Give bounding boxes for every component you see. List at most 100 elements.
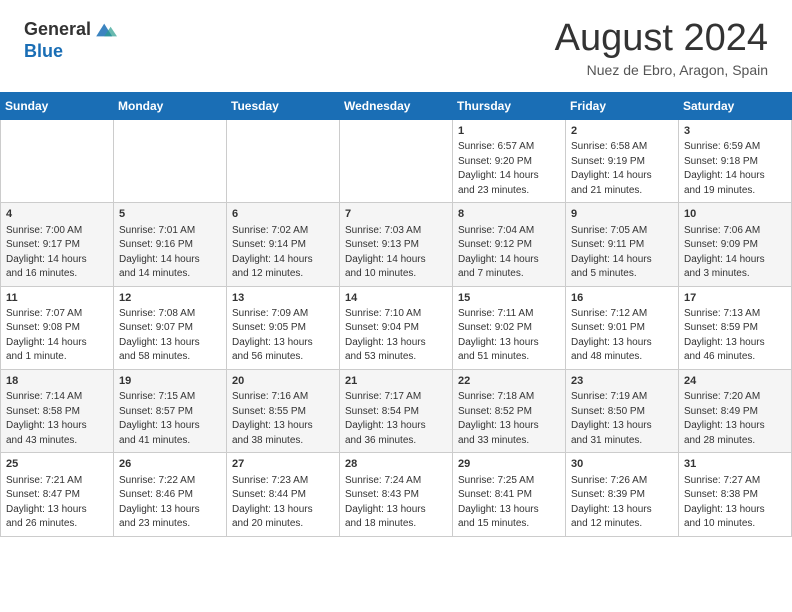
day-info: Sunrise: 7:24 AM Sunset: 8:43 PM Dayligh… <box>345 474 447 532</box>
day-info: Sunrise: 7:03 AM Sunset: 9:13 PM Dayligh… <box>345 224 447 282</box>
calendar-table: SundayMondayTuesdayWednesdayThursdayFrid… <box>0 92 792 537</box>
day-number: 23 <box>571 374 673 389</box>
day-info: Sunrise: 7:14 AM Sunset: 8:58 PM Dayligh… <box>6 390 108 448</box>
day-number: 12 <box>119 291 221 306</box>
calendar-week-row: 4 Sunrise: 7:00 AM Sunset: 9:17 PM Daylig… <box>1 203 792 286</box>
day-number: 20 <box>232 374 334 389</box>
day-info: Sunrise: 7:05 AM Sunset: 9:11 PM Dayligh… <box>571 224 673 282</box>
day-info: Sunrise: 7:18 AM Sunset: 8:52 PM Dayligh… <box>458 390 560 448</box>
day-number: 7 <box>345 207 447 222</box>
calendar-cell: 2Sunrise: 6:58 AM Sunset: 9:19 PM Daylig… <box>566 119 679 202</box>
day-number: 2 <box>571 124 673 139</box>
day-info: Sunrise: 6:57 AM Sunset: 9:20 PM Dayligh… <box>458 140 560 198</box>
day-number: 26 <box>119 457 221 472</box>
day-info: Sunrise: 7:07 AM Sunset: 9:08 PM Dayligh… <box>6 307 108 365</box>
calendar-cell: 19Sunrise: 7:15 AM Sunset: 8:57 PM Dayli… <box>114 369 227 452</box>
calendar-cell: 28 Sunrise: 7:24 AM Sunset: 8:43 PM Dayli… <box>340 453 453 536</box>
calendar-cell: 3Sunrise: 6:59 AM Sunset: 9:18 PM Daylig… <box>679 119 792 202</box>
day-info: Sunrise: 7:01 AM Sunset: 9:16 PM Dayligh… <box>119 224 221 282</box>
weekday-header: Thursday <box>453 92 566 119</box>
calendar-cell: 7 Sunrise: 7:03 AM Sunset: 9:13 PM Daylig… <box>340 203 453 286</box>
calendar-cell <box>1 119 114 202</box>
calendar-week-row: 18Sunrise: 7:14 AM Sunset: 8:58 PM Dayli… <box>1 369 792 452</box>
weekday-header: Tuesday <box>227 92 340 119</box>
day-info: Sunrise: 7:19 AM Sunset: 8:50 PM Dayligh… <box>571 390 673 448</box>
calendar-cell: 25 Sunrise: 7:21 AM Sunset: 8:47 PM Dayli… <box>1 453 114 536</box>
calendar-cell <box>227 119 340 202</box>
logo: General Blue <box>24 18 117 62</box>
day-number: 14 <box>345 291 447 306</box>
day-number: 24 <box>684 374 786 389</box>
day-info: Sunrise: 7:15 AM Sunset: 8:57 PM Dayligh… <box>119 390 221 448</box>
calendar-week-row: 25 Sunrise: 7:21 AM Sunset: 8:47 PM Dayli… <box>1 453 792 536</box>
calendar-cell: 31Sunrise: 7:27 AM Sunset: 8:38 PM Dayli… <box>679 453 792 536</box>
day-info: Sunrise: 7:25 AM Sunset: 8:41 PM Dayligh… <box>458 474 560 532</box>
day-number: 11 <box>6 291 108 306</box>
weekday-header: Sunday <box>1 92 114 119</box>
day-number: 16 <box>571 291 673 306</box>
calendar-cell: 22Sunrise: 7:18 AM Sunset: 8:52 PM Dayli… <box>453 369 566 452</box>
day-number: 3 <box>684 124 786 139</box>
weekday-header: Saturday <box>679 92 792 119</box>
location-subtitle: Nuez de Ebro, Aragon, Spain <box>555 62 768 78</box>
calendar-cell: 9Sunrise: 7:05 AM Sunset: 9:11 PM Daylig… <box>566 203 679 286</box>
calendar-cell: 15Sunrise: 7:11 AM Sunset: 9:02 PM Dayli… <box>453 286 566 369</box>
calendar-cell: 21Sunrise: 7:17 AM Sunset: 8:54 PM Dayli… <box>340 369 453 452</box>
day-number: 15 <box>458 291 560 306</box>
day-info: Sunrise: 7:17 AM Sunset: 8:54 PM Dayligh… <box>345 390 447 448</box>
day-info: Sunrise: 7:00 AM Sunset: 9:17 PM Dayligh… <box>6 224 108 282</box>
calendar-cell: 11Sunrise: 7:07 AM Sunset: 9:08 PM Dayli… <box>1 286 114 369</box>
day-number: 27 <box>232 457 334 472</box>
day-info: Sunrise: 7:02 AM Sunset: 9:14 PM Dayligh… <box>232 224 334 282</box>
day-number: 4 <box>6 207 108 222</box>
day-info: Sunrise: 7:26 AM Sunset: 8:39 PM Dayligh… <box>571 474 673 532</box>
day-number: 28 <box>345 457 447 472</box>
weekday-header: Friday <box>566 92 679 119</box>
day-number: 1 <box>458 124 560 139</box>
calendar-cell: 20Sunrise: 7:16 AM Sunset: 8:55 PM Dayli… <box>227 369 340 452</box>
calendar-cell: 16Sunrise: 7:12 AM Sunset: 9:01 PM Dayli… <box>566 286 679 369</box>
day-number: 6 <box>232 207 334 222</box>
day-number: 17 <box>684 291 786 306</box>
logo-icon <box>93 18 117 42</box>
calendar-cell: 17Sunrise: 7:13 AM Sunset: 8:59 PM Dayli… <box>679 286 792 369</box>
day-number: 30 <box>571 457 673 472</box>
day-number: 25 <box>6 457 108 472</box>
day-info: Sunrise: 7:22 AM Sunset: 8:46 PM Dayligh… <box>119 474 221 532</box>
calendar-header-row: SundayMondayTuesdayWednesdayThursdayFrid… <box>1 92 792 119</box>
weekday-header: Wednesday <box>340 92 453 119</box>
day-number: 5 <box>119 207 221 222</box>
day-info: Sunrise: 7:08 AM Sunset: 9:07 PM Dayligh… <box>119 307 221 365</box>
day-number: 8 <box>458 207 560 222</box>
day-number: 13 <box>232 291 334 306</box>
calendar-cell: 30 Sunrise: 7:26 AM Sunset: 8:39 PM Dayli… <box>566 453 679 536</box>
calendar-cell: 1Sunrise: 6:57 AM Sunset: 9:20 PM Daylig… <box>453 119 566 202</box>
day-info: Sunrise: 7:12 AM Sunset: 9:01 PM Dayligh… <box>571 307 673 365</box>
day-info: Sunrise: 7:16 AM Sunset: 8:55 PM Dayligh… <box>232 390 334 448</box>
calendar-cell <box>340 119 453 202</box>
calendar-cell: 23Sunrise: 7:19 AM Sunset: 8:50 PM Dayli… <box>566 369 679 452</box>
day-info: Sunrise: 6:59 AM Sunset: 9:18 PM Dayligh… <box>684 140 786 198</box>
day-number: 10 <box>684 207 786 222</box>
day-info: Sunrise: 6:58 AM Sunset: 9:19 PM Dayligh… <box>571 140 673 198</box>
calendar-week-row: 11Sunrise: 7:07 AM Sunset: 9:08 PM Dayli… <box>1 286 792 369</box>
day-info: Sunrise: 7:06 AM Sunset: 9:09 PM Dayligh… <box>684 224 786 282</box>
day-info: Sunrise: 7:27 AM Sunset: 8:38 PM Dayligh… <box>684 474 786 532</box>
month-year-title: August 2024 <box>555 18 768 60</box>
day-number: 22 <box>458 374 560 389</box>
title-block: August 2024 Nuez de Ebro, Aragon, Spain <box>555 18 768 78</box>
calendar-cell: 12Sunrise: 7:08 AM Sunset: 9:07 PM Dayli… <box>114 286 227 369</box>
day-number: 19 <box>119 374 221 389</box>
calendar-cell: 4 Sunrise: 7:00 AM Sunset: 9:17 PM Daylig… <box>1 203 114 286</box>
day-info: Sunrise: 7:11 AM Sunset: 9:02 PM Dayligh… <box>458 307 560 365</box>
day-info: Sunrise: 7:21 AM Sunset: 8:47 PM Dayligh… <box>6 474 108 532</box>
calendar-cell <box>114 119 227 202</box>
calendar-cell: 24Sunrise: 7:20 AM Sunset: 8:49 PM Dayli… <box>679 369 792 452</box>
logo-text-general: General <box>24 20 91 40</box>
day-number: 29 <box>458 457 560 472</box>
calendar-cell: 13Sunrise: 7:09 AM Sunset: 9:05 PM Dayli… <box>227 286 340 369</box>
day-info: Sunrise: 7:23 AM Sunset: 8:44 PM Dayligh… <box>232 474 334 532</box>
calendar-cell: 29 Sunrise: 7:25 AM Sunset: 8:41 PM Dayli… <box>453 453 566 536</box>
logo-text-blue: Blue <box>24 42 117 62</box>
day-info: Sunrise: 7:09 AM Sunset: 9:05 PM Dayligh… <box>232 307 334 365</box>
